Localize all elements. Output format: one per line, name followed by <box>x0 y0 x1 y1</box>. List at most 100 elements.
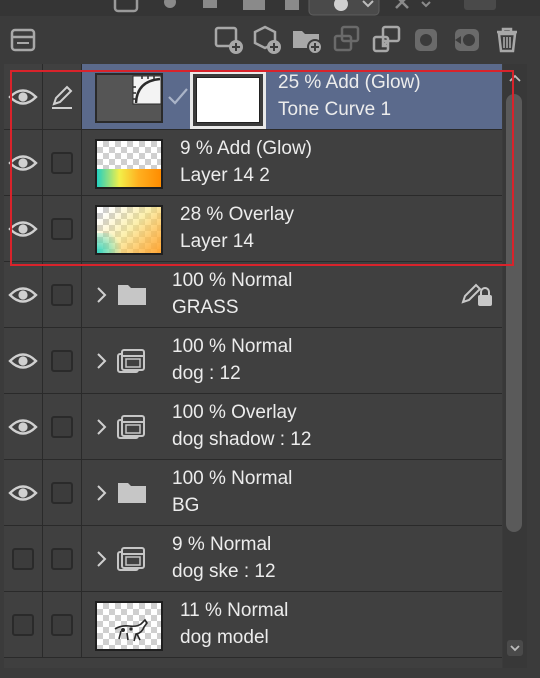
scroll-down-icon[interactable] <box>503 636 527 660</box>
eye-icon <box>8 220 38 237</box>
edit-target-checkbox[interactable] <box>51 547 73 570</box>
layer-mask-thumbnail[interactable] <box>190 71 266 129</box>
eye-icon <box>8 88 38 105</box>
layer-opacity-mode: 9 % Normal <box>172 534 272 555</box>
layer-color-icon[interactable] <box>112 0 142 16</box>
layer-mask-icon[interactable] <box>282 0 302 16</box>
layer-properties-icon[interactable] <box>6 23 40 57</box>
apply-mask-icon[interactable] <box>450 23 484 57</box>
layer-row[interactable]: 100 % Normal dog : 12 <box>4 328 502 394</box>
layer-opacity-mode: 28 % Overlay <box>180 204 295 225</box>
edit-target-toggle[interactable] <box>43 262 82 327</box>
dog-model-sketch <box>114 618 148 642</box>
reference-icon[interactable] <box>160 0 180 16</box>
transfer-down-icon[interactable] <box>330 23 364 57</box>
delete-layer-icon[interactable] <box>490 23 524 57</box>
edit-target-toggle[interactable] <box>43 526 82 591</box>
edit-target-toggle[interactable] <box>43 592 82 657</box>
panel-menu-icon[interactable] <box>460 0 500 16</box>
layer-main[interactable]: 100 % Normal dog : 12 <box>82 328 502 393</box>
eye-icon <box>8 418 38 435</box>
animation-folder-icon <box>117 547 145 571</box>
chevron-right-icon[interactable] <box>95 484 107 502</box>
layer-main[interactable]: 100 % Normal GRASS <box>82 262 502 327</box>
chevron-right-icon[interactable] <box>95 550 107 568</box>
layer-name: Tone Curve 1 <box>278 99 392 120</box>
pen-icon <box>52 85 73 109</box>
layer-row[interactable]: 25 % Add (Glow) Tone Curve 1 <box>4 64 502 130</box>
animation-folder-icon <box>117 415 145 439</box>
edit-target-checkbox[interactable] <box>51 613 73 636</box>
top-toolbar-strip <box>0 0 540 16</box>
edit-target-toggle[interactable] <box>43 460 82 525</box>
lock-icon[interactable] <box>200 0 220 16</box>
visibility-toggle[interactable] <box>4 460 43 525</box>
visibility-toggle[interactable] <box>4 262 43 327</box>
layer-thumbnail <box>95 601 163 651</box>
combine-layers-icon[interactable] <box>370 23 404 57</box>
layer-main[interactable]: 100 % Normal BG <box>82 460 502 525</box>
scrollbar-thumb[interactable] <box>506 94 522 532</box>
visibility-toggle[interactable] <box>4 64 43 129</box>
edit-target-checkbox[interactable] <box>51 481 73 504</box>
layer-row[interactable]: 9 % Normal dog ske : 12 <box>4 526 502 592</box>
visibility-checkbox[interactable] <box>12 613 34 636</box>
edit-target-toggle[interactable] <box>43 328 82 393</box>
visibility-toggle[interactable] <box>4 130 43 195</box>
edit-target-checkbox[interactable] <box>51 217 73 240</box>
layer-main[interactable]: 9 % Normal dog ske : 12 <box>82 526 502 591</box>
lock-pen-icon <box>461 283 492 306</box>
layer-opacity-mode: 9 % Add (Glow) <box>180 138 312 159</box>
layer-opacity-mode: 100 % Normal <box>172 270 293 291</box>
visibility-toggle[interactable] <box>4 592 43 657</box>
layer-main[interactable]: 9 % Add (Glow) Layer 14 2 <box>82 130 502 195</box>
layer-opacity-mode: 100 % Normal <box>172 468 293 489</box>
chevron-right-icon[interactable] <box>95 352 107 370</box>
visibility-toggle[interactable] <box>4 394 43 459</box>
edit-target-checkbox[interactable] <box>51 151 73 174</box>
layer-thumbnail <box>95 205 163 255</box>
chevron-right-icon[interactable] <box>95 418 107 436</box>
edit-target-checkbox[interactable] <box>51 415 73 438</box>
edit-target-toggle[interactable] <box>43 394 82 459</box>
layer-row[interactable]: 11 % Normal dog model <box>4 592 502 658</box>
new-raster-layer-icon[interactable] <box>212 23 246 57</box>
tone-curve-thumbnail <box>95 73 163 123</box>
visibility-checkbox[interactable] <box>12 547 34 570</box>
new-folder-icon[interactable] <box>290 23 324 57</box>
edit-target-checkbox[interactable] <box>51 283 73 306</box>
layer-name: Layer 14 <box>180 231 254 252</box>
scroll-up-icon[interactable] <box>503 66 527 90</box>
layer-row[interactable]: 9 % Add (Glow) Layer 14 2 <box>4 130 502 196</box>
layer-name: GRASS <box>172 297 239 318</box>
ruler-dropdown[interactable] <box>308 0 380 16</box>
layer-opacity-mode: 11 % Normal <box>180 600 289 621</box>
create-mask-icon[interactable] <box>410 23 444 57</box>
edit-target-toggle[interactable] <box>43 64 82 129</box>
layer-main[interactable]: 100 % Overlay dog shadow : 12 <box>82 394 502 459</box>
tone-curve-icon <box>132 75 161 105</box>
edit-target-toggle[interactable] <box>43 196 82 261</box>
layer-row[interactable]: 28 % Overlay Layer 14 <box>4 196 502 262</box>
draft-icon[interactable] <box>240 0 270 16</box>
folder-icon <box>118 285 146 305</box>
layer-row[interactable]: 100 % Normal GRASS <box>4 262 502 328</box>
new-vector-layer-icon[interactable] <box>250 23 284 57</box>
layer-name: dog ske : 12 <box>172 561 276 582</box>
layer-toolbar <box>0 16 540 64</box>
visibility-toggle[interactable] <box>4 196 43 261</box>
layer-opacity-mode: 100 % Normal <box>172 336 293 357</box>
layer-row[interactable]: 100 % Normal BG <box>4 460 502 526</box>
layer-main[interactable]: 11 % Normal dog model <box>82 592 502 657</box>
layer-row[interactable]: 100 % Overlay dog shadow : 12 <box>4 394 502 460</box>
animation-folder-icon <box>117 349 145 373</box>
edit-target-checkbox[interactable] <box>51 349 73 372</box>
visibility-toggle[interactable] <box>4 526 43 591</box>
visibility-toggle[interactable] <box>4 328 43 393</box>
layer-main-selected[interactable]: 25 % Add (Glow) Tone Curve 1 <box>82 64 502 129</box>
layer-thumbnail <box>95 139 163 189</box>
edit-target-toggle[interactable] <box>43 130 82 195</box>
close-menu-icon[interactable] <box>392 0 442 16</box>
layer-main[interactable]: 28 % Overlay Layer 14 <box>82 196 502 261</box>
chevron-right-icon[interactable] <box>95 286 107 304</box>
